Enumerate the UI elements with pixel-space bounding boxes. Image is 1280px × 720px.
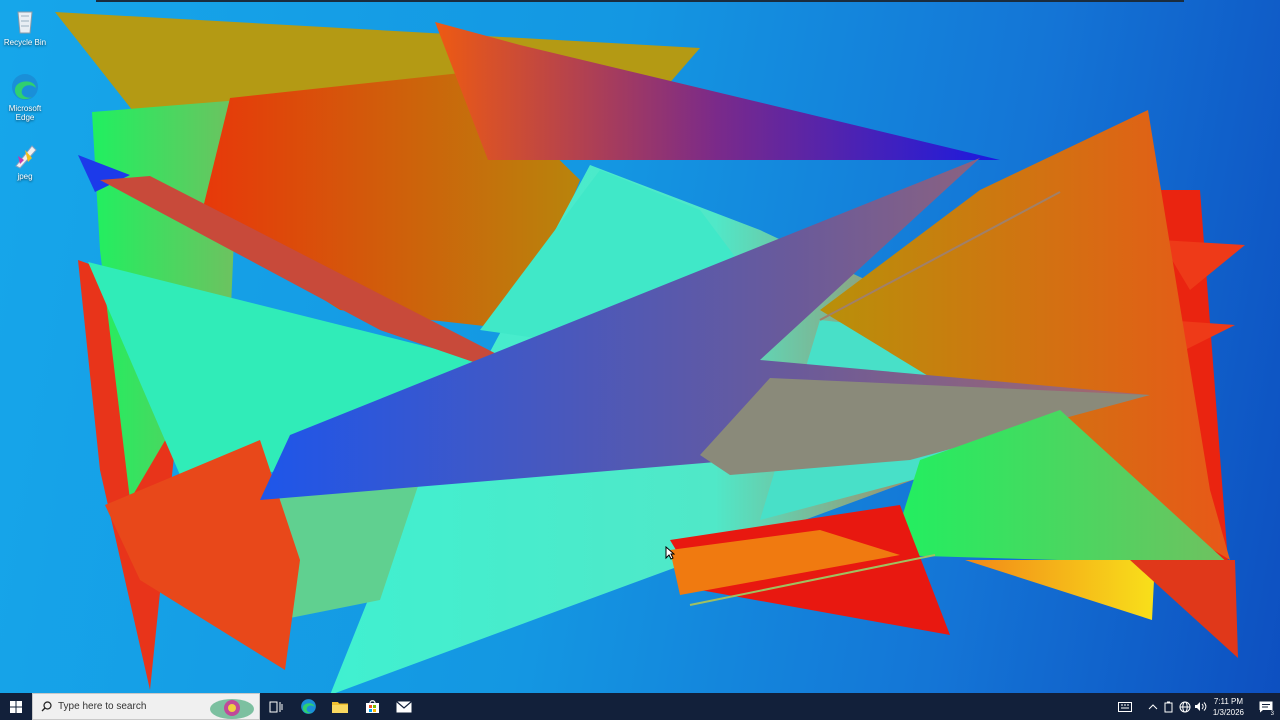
keyboard-language-icon[interactable] — [1113, 693, 1137, 720]
desktop-icon-jpeg[interactable]: jpeg — [2, 140, 48, 181]
desktop-icon-recycle-bin[interactable]: Recycle Bin — [2, 6, 48, 47]
battery-icon[interactable] — [1161, 693, 1177, 720]
taskbar-search-box[interactable]: Type here to search — [32, 693, 260, 720]
desktop-icon-label: Microsoft Edge — [8, 104, 42, 122]
edge-icon — [300, 699, 316, 714]
desktop-icon-microsoft-edge[interactable]: Microsoft Edge — [2, 72, 48, 122]
windows-start-icon — [10, 700, 22, 713]
show-hidden-icons-chevron-icon[interactable] — [1145, 693, 1161, 720]
screensaver-artwork — [55, 12, 1245, 693]
search-placeholder: Type here to search — [58, 701, 147, 712]
network-globe-icon[interactable] — [1177, 693, 1193, 720]
mail-icon — [396, 700, 412, 712]
recycle-bin-icon — [10, 6, 40, 36]
jpeg-file-icon — [10, 140, 40, 170]
taskbar-clock[interactable]: 7:11 PM 1/3/2026 — [1209, 696, 1252, 718]
microsoft-store-icon — [365, 700, 379, 713]
search-icon — [41, 701, 52, 712]
search-highlight-icon — [210, 699, 254, 719]
shape-yellow-right — [965, 560, 1155, 620]
system-tray: 7:11 PM 1/3/2026 3 — [1113, 693, 1280, 720]
taskbar-file-explorer-button[interactable] — [324, 693, 356, 720]
taskbar-mail-button[interactable] — [388, 693, 420, 720]
volume-icon[interactable] — [1193, 693, 1209, 720]
desktop-icon-label: jpeg — [17, 172, 33, 181]
task-view-button[interactable] — [260, 693, 292, 720]
notification-count-badge: 3 — [1269, 711, 1275, 717]
taskbar: Type here to search 7:11 PM 1/3/2026 3 — [0, 693, 1280, 720]
separator — [1137, 693, 1145, 720]
desktop-icon-label: Recycle Bin — [3, 38, 47, 47]
start-button[interactable] — [0, 693, 32, 720]
taskbar-edge-button[interactable] — [292, 693, 324, 720]
edge-icon — [10, 72, 40, 102]
task-view-icon — [269, 701, 283, 712]
taskbar-store-button[interactable] — [356, 693, 388, 720]
clock-time: 7:11 PM — [1213, 696, 1244, 706]
notification-center-button[interactable]: 3 — [1252, 693, 1280, 720]
file-explorer-icon — [332, 702, 348, 713]
clock-date: 1/3/2026 — [1212, 707, 1244, 717]
mouse-cursor-icon — [665, 546, 675, 560]
